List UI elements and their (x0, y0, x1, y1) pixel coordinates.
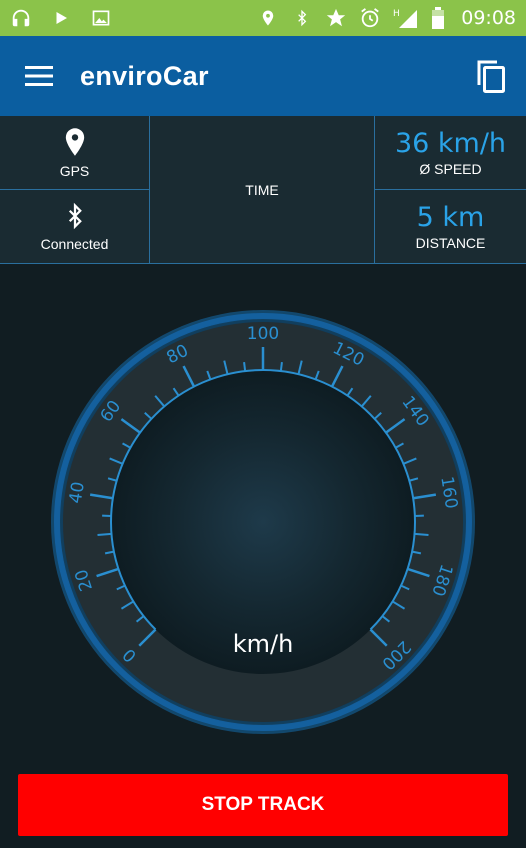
status-bar: H 09:08 (0, 0, 526, 36)
speed-value: 36 km/h (394, 128, 507, 159)
gauge-face (111, 370, 415, 674)
speed-label: Ø SPEED (419, 161, 482, 177)
svg-text:H: H (393, 9, 400, 19)
copy-icon (477, 60, 505, 93)
distance: 5 km DISTANCE (375, 190, 526, 264)
play-icon (50, 7, 72, 29)
clock-time: 09:08 (461, 7, 516, 29)
image-icon (90, 7, 112, 29)
menu-button[interactable] (0, 36, 80, 116)
speedometer: 0 20 40 60 80 100 120 140 160 180 200 km/h (0, 264, 526, 764)
gauge-minor-tick (243, 361, 247, 372)
time-label: TIME (245, 181, 279, 198)
location-icon (65, 127, 84, 156)
average-speed: 36 km/h Ø SPEED (375, 116, 526, 190)
copy-button[interactable] (456, 36, 526, 116)
gauge-tick-label: 40 (66, 480, 89, 505)
alarm-icon (359, 7, 381, 29)
headphones-icon (10, 7, 32, 29)
app-title: enviroCar (80, 60, 209, 91)
bluetooth-status[interactable]: Connected (0, 190, 150, 264)
gauge-tick-label: 100 (247, 324, 279, 344)
signal-icon: H (393, 7, 419, 29)
distance-value: 5 km (416, 202, 485, 233)
track-info-panel: GPS Connected TIME 36 km/h Ø SPEED 5 km … (0, 116, 526, 264)
location-icon (257, 7, 279, 29)
gps-label: GPS (59, 162, 90, 179)
bluetooth-icon (68, 202, 82, 229)
gauge-minor-tick (279, 361, 283, 372)
gauge-minor-tick (414, 532, 429, 537)
star-icon (325, 7, 347, 29)
distance-label: DISTANCE (415, 235, 486, 251)
battery-icon (431, 7, 445, 29)
bluetooth-icon (291, 7, 313, 29)
gauge-minor-tick (97, 532, 112, 537)
gps-status[interactable]: GPS (0, 116, 150, 190)
gauge-unit: km/h (233, 630, 294, 658)
app-bar: enviroCar (0, 36, 526, 116)
speedometer-dial: 020406080100120140160180200 km/h (51, 310, 475, 734)
stop-track-button[interactable]: STOP TRACK (18, 774, 508, 836)
hamburger-icon (25, 66, 53, 86)
bluetooth-label: Connected (40, 235, 109, 252)
time-panel: TIME (150, 116, 375, 264)
